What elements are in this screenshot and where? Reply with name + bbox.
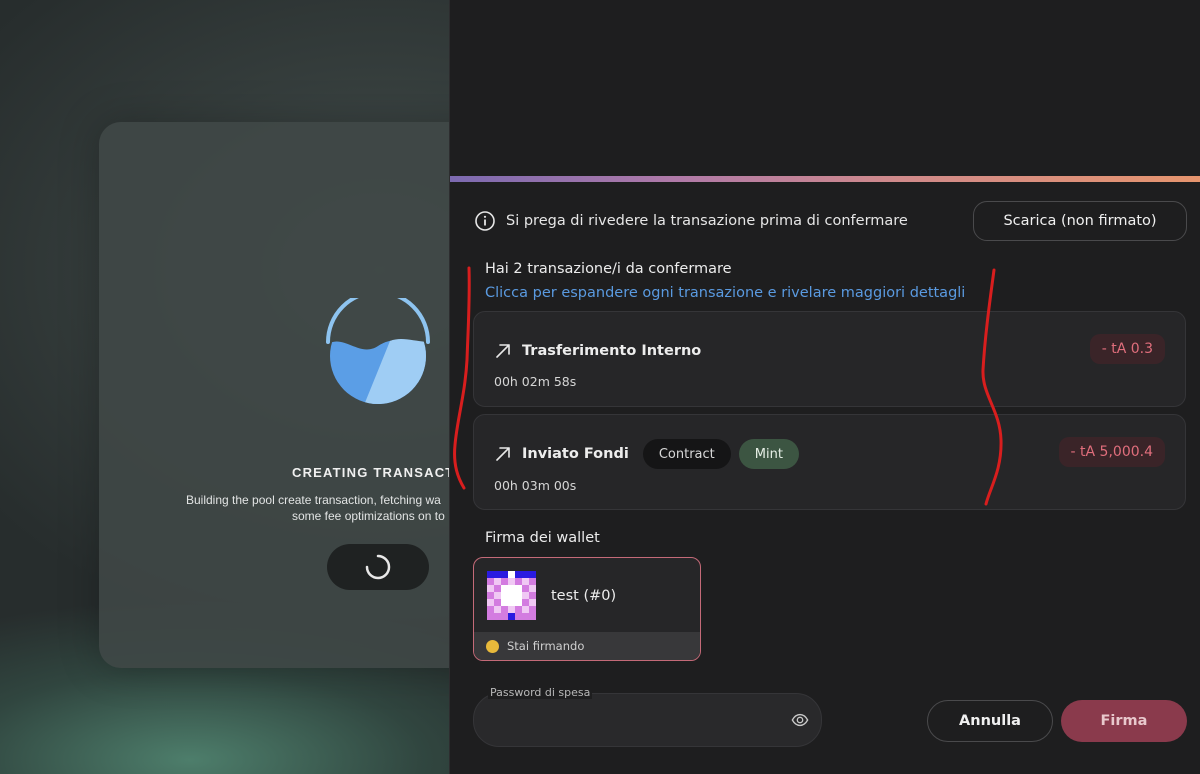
info-row: Si prega di rivedere la transazione prim… bbox=[474, 208, 908, 234]
arrow-up-right-icon bbox=[496, 447, 510, 461]
expand-details-link[interactable]: Clicca per espandere ogni transazione e … bbox=[485, 285, 965, 301]
tag-mint: Mint bbox=[738, 439, 799, 469]
wallet-signatures-title: Firma dei wallet bbox=[485, 530, 600, 546]
review-info-text: Si prega di rivedere la transazione prim… bbox=[506, 213, 908, 229]
cancel-button[interactable]: Annulla bbox=[927, 700, 1053, 742]
transaction-time: 00h 02m 58s bbox=[494, 374, 577, 389]
wallet-status-bar: Stai firmando bbox=[474, 632, 700, 660]
wallet-card[interactable]: test (#0) Stai firmando bbox=[473, 557, 701, 661]
transactions-count-heading: Hai 2 transazione/i da confermare bbox=[485, 261, 732, 277]
transaction-review-panel: Si prega di rivedere la transazione prim… bbox=[449, 0, 1200, 774]
spending-password-field[interactable] bbox=[473, 693, 822, 747]
arrow-up-right-icon bbox=[496, 344, 510, 358]
wallet-status-text: Stai firmando bbox=[507, 639, 585, 653]
spinner-icon bbox=[365, 554, 391, 580]
wallet-name: test (#0) bbox=[551, 588, 617, 604]
water-bowl-logo-icon bbox=[320, 290, 436, 408]
transaction-title: Trasferimento Interno bbox=[522, 343, 702, 359]
info-icon bbox=[475, 211, 495, 231]
status-dot-icon bbox=[486, 639, 499, 653]
download-unsigned-button[interactable]: Scarica (non firmato) bbox=[973, 201, 1187, 241]
description-line-1: Building the pool create transaction, fe… bbox=[186, 493, 441, 507]
wallet-avatar-icon bbox=[487, 571, 536, 620]
spending-password-label: Password di spesa bbox=[488, 686, 593, 699]
sign-button[interactable]: Firma bbox=[1061, 700, 1187, 742]
gradient-divider bbox=[450, 176, 1200, 182]
transaction-card[interactable]: Trasferimento Interno 00h 02m 58s - tA 0… bbox=[473, 311, 1186, 407]
transaction-time: 00h 03m 00s bbox=[494, 478, 577, 493]
transaction-amount: - tA 5,000.4 bbox=[1058, 437, 1165, 467]
transaction-title: Inviato Fondi bbox=[522, 446, 629, 462]
transaction-card[interactable]: Inviato Fondi Contract Mint 00h 03m 00s … bbox=[473, 414, 1186, 510]
creating-transaction-title: CREATING TRANSACTIO bbox=[292, 465, 450, 480]
transaction-amount: - tA 0.3 bbox=[1089, 334, 1165, 364]
eye-icon[interactable] bbox=[791, 711, 809, 729]
tag-contract: Contract bbox=[642, 439, 731, 469]
panel-top-area bbox=[450, 0, 1200, 176]
description-line-2: some fee optimizations on to bbox=[292, 509, 445, 523]
transaction-header: Inviato Fondi Contract Mint bbox=[494, 437, 799, 471]
loading-button[interactable] bbox=[327, 544, 429, 590]
spending-password-input[interactable] bbox=[492, 708, 772, 732]
transaction-header: Trasferimento Interno bbox=[494, 334, 701, 368]
creating-transaction-description: Building the pool create transaction, fe… bbox=[186, 492, 450, 524]
